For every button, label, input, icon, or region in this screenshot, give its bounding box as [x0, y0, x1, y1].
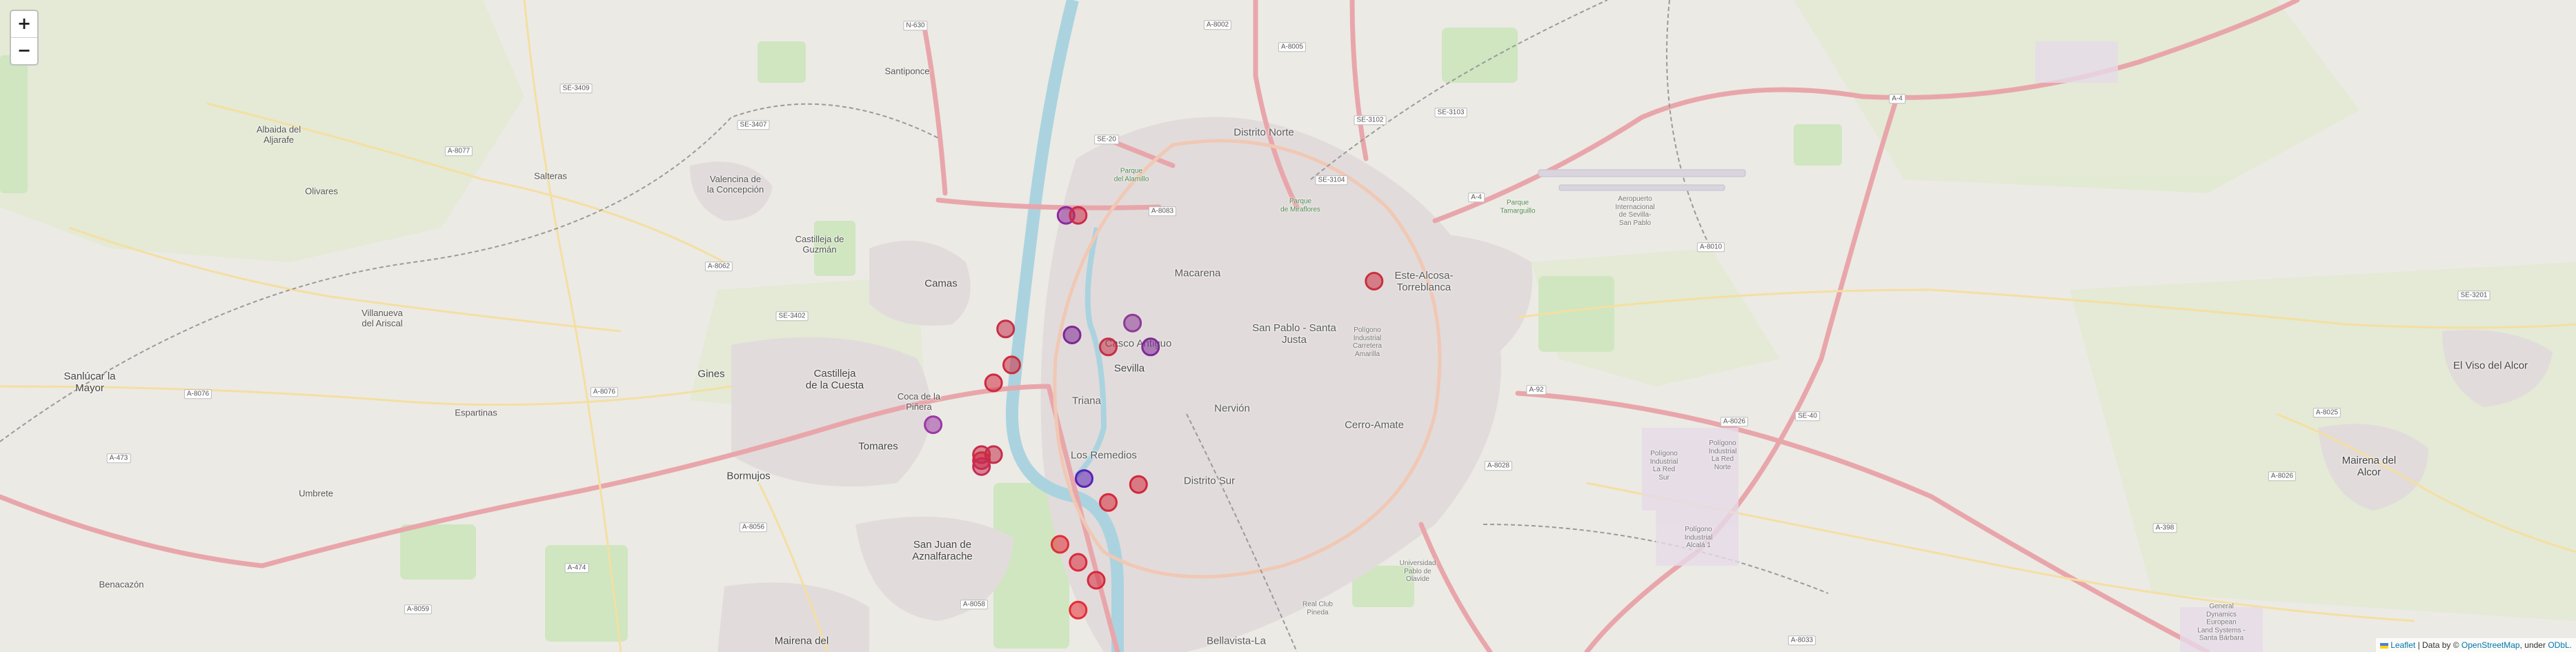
map-canvas[interactable]: N-630 A-8002 A-8005 Santiponce SE-3409 SE-340… [0, 0, 2576, 652]
circle-marker[interactable] [1129, 475, 1148, 494]
circle-marker[interactable] [1087, 571, 1106, 590]
circle-marker[interactable] [1069, 206, 1088, 225]
ukraine-flag-icon [2380, 642, 2389, 649]
circle-marker[interactable] [1069, 600, 1088, 620]
circle-marker[interactable] [984, 373, 1003, 393]
circle-marker[interactable] [972, 457, 991, 476]
zoom-out-button[interactable]: − [11, 37, 37, 64]
circle-marker[interactable] [1069, 553, 1088, 572]
leaflet-link[interactable]: Leaflet [2390, 640, 2415, 650]
circle-marker[interactable] [996, 319, 1015, 339]
circle-marker[interactable] [1099, 337, 1118, 357]
zoom-control: + − [10, 10, 39, 66]
marker-layer [924, 206, 1384, 620]
attribution-bar: Leaflet | Data by © OpenStreetMap, under… [2376, 638, 2576, 652]
attribution-text: | Data by © [2415, 640, 2461, 650]
circle-marker[interactable] [1099, 493, 1118, 512]
openstreetmap-link[interactable]: OpenStreetMap [2461, 640, 2520, 650]
attribution-license-prefix: , under [2519, 640, 2548, 650]
circle-marker[interactable] [924, 415, 943, 435]
circle-marker[interactable] [1002, 355, 1021, 375]
odbl-link[interactable]: ODbL. [2548, 640, 2572, 650]
circle-marker[interactable] [1141, 337, 1160, 357]
circle-marker[interactable] [1075, 469, 1093, 488]
circle-marker[interactable] [1123, 313, 1142, 333]
zoom-in-button[interactable]: + [11, 11, 37, 37]
circle-marker[interactable] [1365, 272, 1384, 290]
circle-marker[interactable] [1062, 326, 1082, 344]
circle-marker[interactable] [1051, 535, 1069, 554]
